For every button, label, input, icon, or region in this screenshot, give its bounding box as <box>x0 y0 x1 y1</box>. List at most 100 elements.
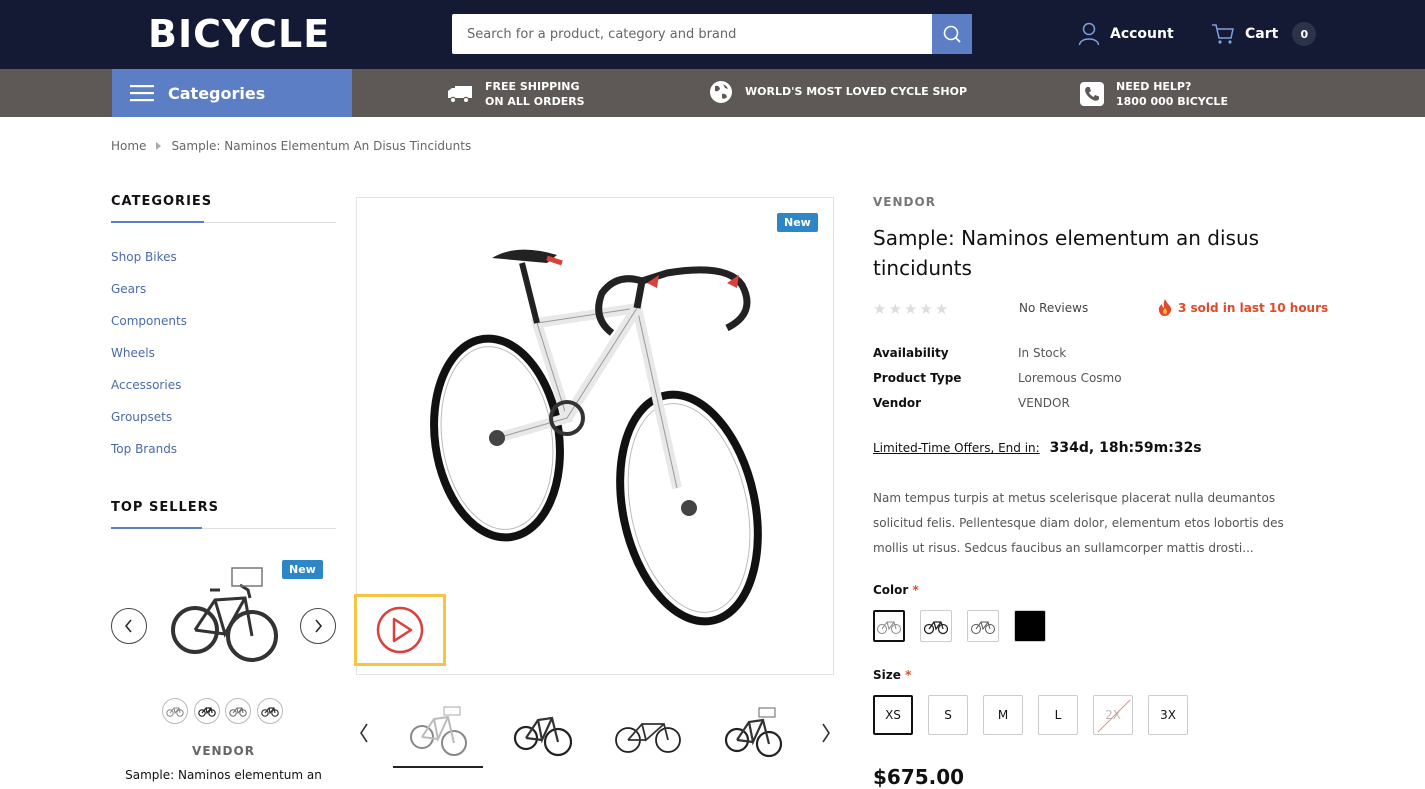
thumbnail-strip <box>356 696 834 776</box>
top-seller-bike-image[interactable] <box>170 560 280 672</box>
thumbnail-item[interactable] <box>393 696 483 768</box>
size-option-s[interactable]: S <box>928 695 968 735</box>
size-option-m[interactable]: M <box>983 695 1023 735</box>
star-icon: ★ <box>903 300 918 318</box>
star-icon: ★ <box>873 300 887 318</box>
color-swatch[interactable] <box>920 610 952 642</box>
top-seller-color-swatch[interactable] <box>162 698 188 724</box>
top-seller-color-swatch[interactable] <box>194 698 220 724</box>
category-link[interactable]: Groupsets <box>111 408 187 440</box>
product-video-button[interactable] <box>354 594 446 666</box>
cart-link[interactable]: Cart 0 <box>1211 22 1317 46</box>
required-mark: * <box>912 583 919 597</box>
meta-key: Vendor <box>873 396 922 410</box>
category-list: Shop Bikes Gears Components Wheels Acces… <box>111 248 187 472</box>
top-sellers-divider <box>111 527 336 529</box>
chevron-right-icon <box>822 723 830 743</box>
search-input[interactable] <box>452 14 932 54</box>
feature-line-1: NEED HELP? <box>1116 80 1192 93</box>
feature-line-1: FREE SHIPPING <box>485 80 580 93</box>
size-option-3x[interactable]: 3X <box>1148 695 1188 735</box>
offer-countdown: Limited-Time Offers, End in: 334d, 18h:5… <box>873 440 1202 456</box>
fire-icon <box>1158 299 1172 316</box>
search-button[interactable] <box>932 14 972 54</box>
feature-need-help: NEED HELP? 1800 000 BICYCLE <box>1080 79 1228 109</box>
play-icon <box>376 606 424 654</box>
bike-thumbnail-icon <box>410 706 467 756</box>
account-link[interactable]: Account <box>1078 22 1174 46</box>
bike-thumbnail-icon <box>724 707 783 758</box>
reviews-count[interactable]: No Reviews <box>1019 301 1088 315</box>
star-icon: ★ <box>919 300 933 318</box>
offer-label: Limited-Time Offers, End in: <box>873 441 1040 455</box>
truck-icon <box>448 86 472 104</box>
cart-count-badge: 0 <box>1292 22 1317 46</box>
top-sellers-next-button[interactable] <box>300 608 336 644</box>
category-link[interactable]: Gears <box>111 280 187 312</box>
feature-loved-shop: WORLD'S MOST LOVED CYCLE SHOP <box>709 80 967 104</box>
feature-line-1: WORLD'S MOST LOVED CYCLE SHOP <box>745 85 968 98</box>
chevron-left-icon <box>360 723 368 743</box>
breadcrumb-home[interactable]: Home <box>111 139 146 153</box>
chevron-right-icon <box>156 142 162 150</box>
feature-line-2: ON ALL ORDERS <box>485 95 585 108</box>
category-link[interactable]: Shop Bikes <box>111 248 187 280</box>
feature-line-2: 1800 000 BICYCLE <box>1116 95 1228 108</box>
top-sellers-heading: TOP SELLERS <box>111 500 220 515</box>
meta-key: Availability <box>873 346 949 360</box>
top-sellers-prev-button[interactable] <box>111 608 147 644</box>
category-link[interactable]: Top Brands <box>111 440 187 472</box>
meta-availability: Availability In Stock <box>873 346 1066 360</box>
sold-indicator: 3 sold in last 10 hours <box>1158 299 1328 316</box>
top-seller-color-swatch[interactable] <box>257 698 283 724</box>
top-seller-color-swatch[interactable] <box>225 698 251 724</box>
meta-product-type: Product Type Loremous Cosmo <box>873 371 1122 385</box>
product-price: $675.00 <box>873 765 965 789</box>
globe-icon <box>710 81 732 103</box>
color-option-label: Color * <box>873 583 919 597</box>
feature-free-shipping: FREE SHIPPING ON ALL ORDERS <box>447 79 585 109</box>
thumbnail-item[interactable] <box>497 696 587 768</box>
account-label: Account <box>1110 26 1174 42</box>
top-seller-title[interactable]: Sample: Naminos elementum an <box>111 768 336 782</box>
thumbnail-next-button[interactable] <box>818 722 834 744</box>
search-icon <box>943 25 961 43</box>
hamburger-icon <box>130 85 154 102</box>
breadcrumb: Home Sample: Naminos Elementum An Disus … <box>111 139 471 153</box>
bike-thumbnail-icon <box>923 621 949 635</box>
top-seller-vendor[interactable]: VENDOR <box>111 744 336 758</box>
thumbnail-prev-button[interactable] <box>356 722 372 744</box>
required-mark: * <box>905 668 912 682</box>
meta-value: VENDOR <box>1018 396 1070 410</box>
category-link[interactable]: Accessories <box>111 376 187 408</box>
search-bar <box>452 14 972 54</box>
unavailable-strike-icon <box>1097 699 1131 733</box>
product-new-badge: New <box>777 213 818 232</box>
thumbnail-item[interactable] <box>603 696 693 768</box>
meta-key: Product Type <box>873 371 962 385</box>
product-description: Nam tempus turpis at metus scelerisque p… <box>873 491 1284 555</box>
size-option-2x[interactable]: 2X <box>1093 695 1133 735</box>
chevron-right-icon <box>315 619 322 633</box>
category-link[interactable]: Wheels <box>111 344 187 376</box>
size-option-xs[interactable]: XS <box>873 695 913 735</box>
color-swatch[interactable] <box>967 610 999 642</box>
breadcrumb-current: Sample: Naminos Elementum An Disus Tinci… <box>171 139 472 153</box>
color-swatch[interactable] <box>873 610 905 642</box>
product-vendor-tag[interactable]: VENDOR <box>873 195 936 209</box>
categories-menu-button[interactable]: Categories <box>112 69 352 117</box>
star-icon: ★ <box>934 300 949 318</box>
star-icon: ★ <box>888 300 902 318</box>
categories-heading: CATEGORIES <box>111 194 213 209</box>
bike-thumbnail-icon <box>229 707 247 717</box>
bike-thumbnail-icon <box>513 716 572 757</box>
meta-vendor: Vendor VENDOR <box>873 396 1070 410</box>
color-label-text: Color <box>873 583 909 597</box>
color-swatch-black[interactable] <box>1014 610 1046 642</box>
category-link[interactable]: Components <box>111 312 187 344</box>
size-label-text: Size <box>873 668 901 682</box>
size-option-l[interactable]: L <box>1038 695 1078 735</box>
thumbnail-item[interactable] <box>708 696 798 768</box>
cart-label: Cart <box>1245 26 1279 42</box>
site-logo[interactable]: BICYCLE <box>148 12 330 56</box>
